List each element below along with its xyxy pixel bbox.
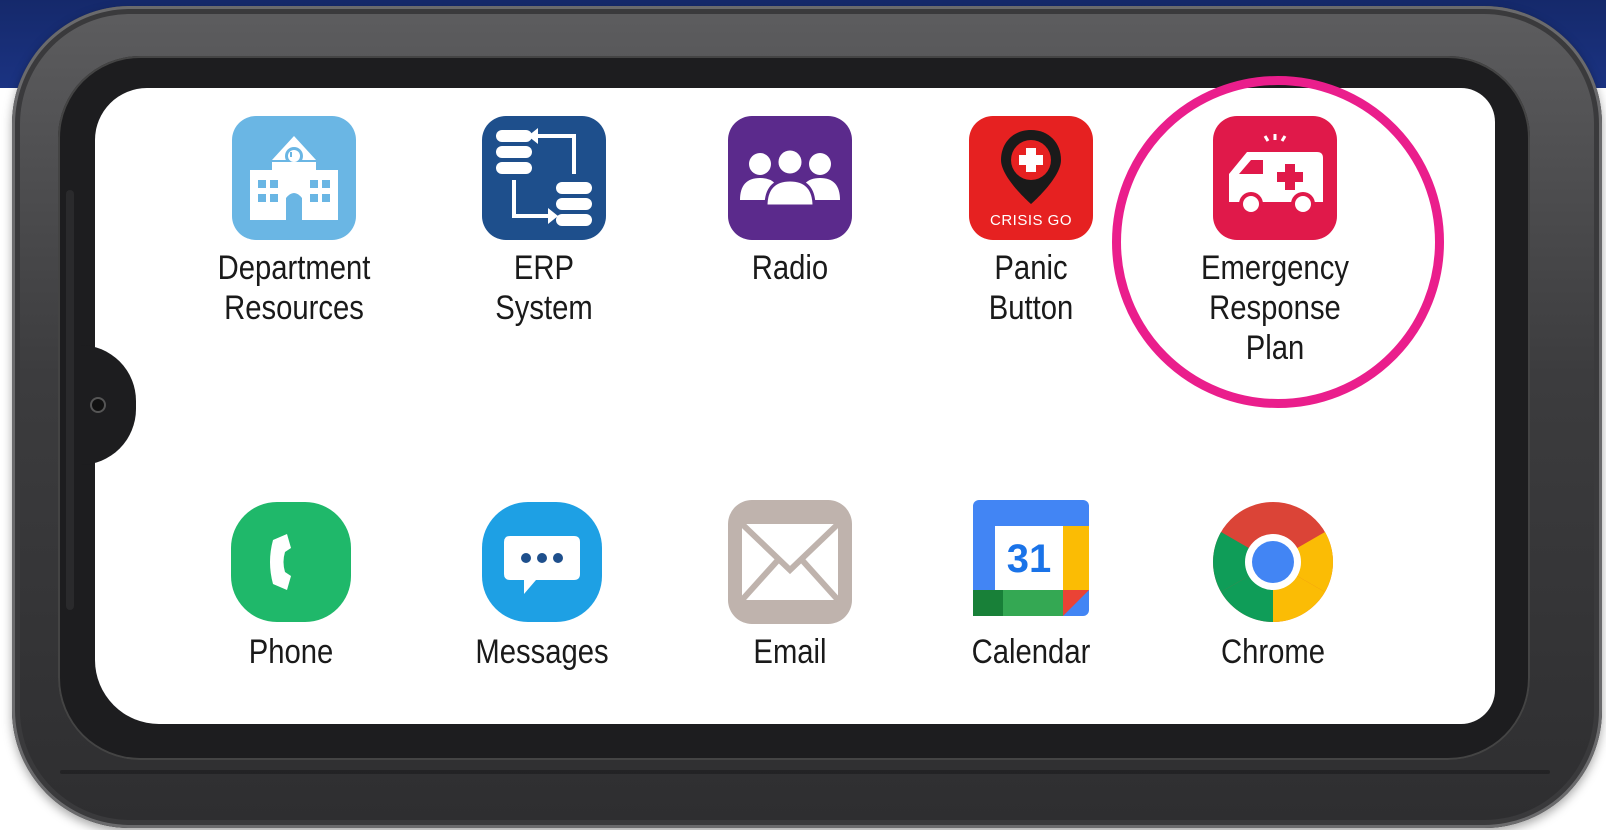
app-label: Department Resources: [217, 249, 371, 327]
app-erp-system[interactable]: ERP System: [439, 116, 649, 328]
app-emergency-response-plan[interactable]: Emergency Response Plan: [1170, 116, 1380, 368]
app-label: Calendar: [971, 633, 1091, 671]
phone-icon: [229, 500, 353, 624]
people-group-icon: [728, 116, 852, 240]
calendar-day: 31: [1007, 537, 1052, 581]
app-panic-button[interactable]: CRISIS GO Panic Button: [926, 116, 1136, 328]
database-sync-icon: [482, 116, 606, 240]
app-label: Phone: [248, 633, 334, 671]
icon-caption: CRISIS GO: [989, 212, 1072, 229]
app-messages[interactable]: Messages: [437, 500, 647, 672]
app-phone[interactable]: Phone: [186, 500, 396, 672]
app-department-resources[interactable]: Department Resources: [189, 116, 399, 328]
app-label: Chrome: [1220, 633, 1326, 671]
app-label: Messages: [475, 633, 609, 671]
app-label: Email: [753, 633, 827, 671]
chrome-icon: [1211, 500, 1335, 624]
app-calendar[interactable]: 31 Calendar: [926, 500, 1136, 672]
ambulance-icon: [1213, 116, 1337, 240]
app-email[interactable]: Email: [685, 500, 895, 672]
case-seam: [60, 770, 1550, 774]
app-label: Emergency Response Plan: [1201, 249, 1349, 367]
school-building-icon: [232, 116, 356, 240]
app-chrome[interactable]: Chrome: [1168, 500, 1378, 672]
side-button: [66, 190, 74, 610]
app-radio[interactable]: Radio: [685, 116, 895, 288]
crisisgo-pin-icon: CRISIS GO: [969, 116, 1093, 240]
app-label: ERP System: [495, 249, 593, 327]
calendar-icon: 31: [969, 500, 1093, 624]
app-label: Panic Button: [988, 249, 1074, 327]
envelope-icon: [728, 500, 852, 624]
app-label: Radio: [751, 249, 829, 287]
front-camera: [92, 399, 104, 411]
chat-bubble-icon: [480, 500, 604, 624]
